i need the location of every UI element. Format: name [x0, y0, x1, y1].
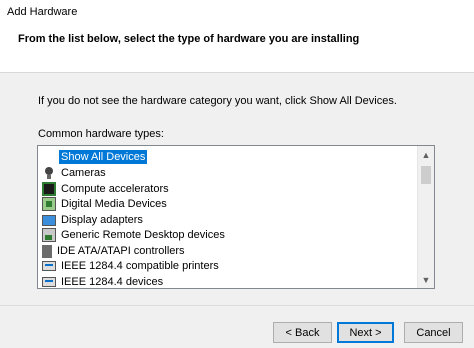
- list-item-label: Cameras: [61, 167, 106, 179]
- list-item-generic-remote-desktop-devices[interactable]: Generic Remote Desktop devices: [42, 227, 227, 243]
- cancel-button[interactable]: Cancel: [404, 322, 463, 343]
- list-item-label: Display adapters: [61, 214, 143, 226]
- media-device-icon: [42, 197, 56, 211]
- list-item-label: IEEE 1284.4 devices: [61, 276, 164, 288]
- list-item-compute-accelerators[interactable]: Compute accelerators: [42, 181, 171, 197]
- list-item-label: Generic Remote Desktop devices: [61, 229, 225, 241]
- list-item-ieee-1284-4-compatible-printers[interactable]: IEEE 1284.4 compatible printers: [42, 258, 221, 274]
- window-title: Add Hardware: [7, 6, 78, 18]
- list-item-ide-ata-atapi-controllers[interactable]: IDE ATA/ATAPI controllers: [42, 243, 187, 259]
- list-item-ieee-1284-4-devices[interactable]: IEEE 1284.4 devices: [42, 274, 165, 288]
- monitor-icon: [42, 214, 56, 226]
- hardware-types-listbox[interactable]: Show All Devices Cameras Compute acceler…: [37, 145, 435, 289]
- ide-controller-icon: [42, 244, 52, 258]
- list-item-label: Compute accelerators: [61, 183, 169, 195]
- list-item-label: IEEE 1284.4 compatible printers: [61, 260, 219, 272]
- scroll-up-button[interactable]: ▲: [418, 146, 434, 163]
- hardware-types-label: Common hardware types:: [38, 128, 164, 140]
- next-button[interactable]: Next >: [337, 322, 394, 343]
- printer-icon: [42, 261, 56, 271]
- list-item-label: IDE ATA/ATAPI controllers: [57, 245, 185, 257]
- remote-desktop-icon: [42, 228, 56, 242]
- printer-icon: [42, 277, 56, 287]
- back-button[interactable]: < Back: [273, 322, 332, 343]
- scroll-down-button[interactable]: ▼: [418, 271, 434, 288]
- wizard-header: Add Hardware From the list below, select…: [0, 0, 474, 73]
- list-scrollbar[interactable]: ▲ ▼: [417, 146, 434, 288]
- chip-icon: [42, 182, 56, 196]
- scrollbar-thumb[interactable]: [421, 166, 431, 184]
- list-item-label: Show All Devices: [59, 150, 148, 164]
- list-item-display-adapters[interactable]: Display adapters: [42, 212, 145, 228]
- header-subtitle: From the list below, select the type of …: [18, 33, 360, 45]
- camera-icon: [42, 166, 56, 180]
- instruction-text: If you do not see the hardware category …: [38, 95, 397, 107]
- chevron-down-icon: ▼: [421, 274, 431, 285]
- list-item-label: Digital Media Devices: [61, 198, 167, 210]
- list-item-show-all-devices[interactable]: Show All Devices: [42, 149, 148, 165]
- blank-icon: [42, 150, 56, 164]
- list-item-digital-media-devices[interactable]: Digital Media Devices: [42, 196, 169, 212]
- list-item-cameras[interactable]: Cameras: [42, 165, 108, 181]
- footer-divider: [0, 305, 474, 306]
- chevron-up-icon: ▲: [421, 149, 431, 160]
